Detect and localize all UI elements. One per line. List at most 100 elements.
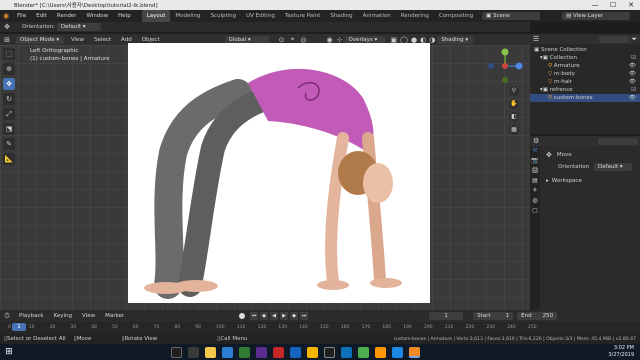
transform-icon[interactable]: ⬔ <box>3 123 15 135</box>
rendered-shading-icon[interactable]: ◑ <box>429 36 435 44</box>
editor-type-icon[interactable]: ⊞ <box>0 36 14 44</box>
file-explorer-icon[interactable] <box>205 346 216 358</box>
menu-help[interactable]: Help <box>113 10 136 22</box>
menu-keying[interactable]: Keying <box>49 310 77 322</box>
eye-icon[interactable]: 👁 <box>629 70 636 78</box>
orientation-dropdown[interactable]: Default ▾ <box>56 23 101 31</box>
render-tab-icon[interactable]: 📷 <box>530 157 540 167</box>
search-icon[interactable] <box>171 346 182 358</box>
move-tool-icon[interactable]: ✥ <box>0 23 14 31</box>
end-frame-field[interactable]: End 250 <box>517 312 558 320</box>
menu-marker[interactable]: Marker <box>100 310 129 322</box>
prev-key-icon[interactable]: ◆ <box>260 312 269 320</box>
tab-shading[interactable]: Shading <box>325 10 357 22</box>
app-icon[interactable] <box>341 346 352 358</box>
timeline-editor-icon[interactable]: ⏱ <box>0 312 14 321</box>
cursor-icon[interactable]: ⊕ <box>3 63 15 75</box>
menu-view[interactable]: View <box>66 34 89 46</box>
tab-texture-paint[interactable]: Texture Paint <box>280 10 326 22</box>
eye-icon[interactable]: 👁 <box>629 62 636 70</box>
world-tab-icon[interactable]: ◍ <box>530 197 540 207</box>
task-view-icon[interactable] <box>188 346 199 358</box>
app-icon[interactable] <box>358 346 369 358</box>
outliner-row[interactable]: ▽ m-hair 👁 <box>530 78 640 86</box>
tab-uv-editing[interactable]: UV Editing <box>241 10 280 22</box>
system-clock[interactable]: 3:02 PM 3/27/2019 <box>608 345 634 359</box>
navigation-gizmo[interactable] <box>487 48 523 84</box>
tab-animation[interactable]: Animation <box>358 10 396 22</box>
shading-dropdown[interactable]: Shading ▾ <box>437 35 474 44</box>
windows-start-icon[interactable]: ⊞ <box>0 347 18 357</box>
orientation-dropdown[interactable]: Default ▾ <box>594 163 632 171</box>
menu-file[interactable]: File <box>12 10 31 22</box>
jump-end-icon[interactable]: ⏭ <box>300 312 309 320</box>
annotate-icon[interactable]: ✎ <box>3 138 15 150</box>
filter-icon[interactable]: ⏷ <box>631 35 637 44</box>
app-icon[interactable] <box>392 346 403 358</box>
scene-tab-icon[interactable]: ⚘ <box>530 187 540 197</box>
menu-timeline-view[interactable]: View <box>77 310 100 322</box>
powerpoint-icon[interactable] <box>273 346 284 358</box>
outliner-row[interactable]: ▾▣ refrence ☑ <box>530 86 640 94</box>
chrome-icon[interactable] <box>307 346 318 358</box>
steam-icon[interactable] <box>324 346 335 358</box>
eye-icon[interactable]: 👁 <box>629 78 636 86</box>
tab-compositing[interactable]: Compositing <box>434 10 478 22</box>
outliner-row[interactable]: ⚲ custom-bones 👁 <box>530 94 640 102</box>
minimize-icon[interactable]: — <box>586 0 604 10</box>
playhead[interactable]: 1 <box>12 323 26 331</box>
menu-select[interactable]: Select <box>89 34 116 46</box>
outliner-editor-icon[interactable]: ☰ <box>533 35 539 43</box>
tab-sculpting[interactable]: Sculpting <box>205 10 241 22</box>
pan-hand-icon[interactable]: ✋ <box>509 99 519 109</box>
rotate-icon[interactable]: ↻ <box>3 93 15 105</box>
menu-render[interactable]: Render <box>52 10 82 22</box>
blender-taskbar-icon[interactable] <box>409 346 420 358</box>
select-box-icon[interactable]: ⬚ <box>3 48 15 60</box>
view-layer-selector[interactable]: ▤ View Layer <box>562 12 630 20</box>
tab-rendering[interactable]: Rendering <box>396 10 434 22</box>
menu-playback[interactable]: Playback <box>14 310 49 322</box>
tab-layout[interactable]: Layout <box>141 10 171 22</box>
zoom-icon[interactable]: ⚲ <box>509 86 519 96</box>
view-layer-tab-icon[interactable]: ▤ <box>530 177 540 187</box>
onenote-icon[interactable] <box>256 346 267 358</box>
checkbox-icon[interactable]: ☑ <box>631 54 636 62</box>
mode-dropdown[interactable]: Object Mode ▾ <box>16 35 64 44</box>
output-tab-icon[interactable]: 🖨 <box>530 167 540 177</box>
current-frame-field[interactable]: 1 <box>429 312 464 320</box>
jump-start-icon[interactable]: ⏮ <box>250 312 259 320</box>
timeline-ruler[interactable]: 0 10 20 30 40 50 60 70 80 90 100 110 120 130 140 150 160… <box>0 322 640 334</box>
scale-icon[interactable]: ⤢ <box>3 108 15 120</box>
tool-tab-icon[interactable]: ⚒ <box>530 147 540 157</box>
scene-selector[interactable]: ▣ Scene <box>482 12 540 20</box>
object-tab-icon[interactable]: ▢ <box>530 207 540 217</box>
outliner-row[interactable]: ⚲ Armature 👁 <box>530 62 640 70</box>
properties-search-input[interactable] <box>598 137 638 145</box>
eye-icon[interactable]: 👁 <box>629 94 636 102</box>
workspace-section[interactable]: ▸ Workspace <box>546 176 634 186</box>
outliner-search-input[interactable] <box>599 35 630 43</box>
close-icon[interactable]: ✕ <box>622 0 640 10</box>
edge-icon[interactable] <box>222 346 233 358</box>
outliner-row[interactable]: ▽ m-body 👁 <box>530 70 640 78</box>
outliner-row[interactable]: ▾▣ Collection ☑ <box>530 54 640 62</box>
record-icon[interactable] <box>239 313 246 319</box>
app-icon[interactable] <box>375 346 386 358</box>
outliner-row[interactable]: ▣ Scene Collection <box>530 46 640 54</box>
move-icon[interactable]: ✥ <box>3 78 15 90</box>
measure-icon[interactable]: 📐 <box>3 153 15 165</box>
play-reverse-icon[interactable]: ◀ <box>270 312 279 320</box>
grid-icon[interactable]: ▦ <box>509 125 519 135</box>
excel-icon[interactable] <box>239 346 250 358</box>
properties-editor-icon[interactable]: ⚙ <box>533 137 539 145</box>
play-icon[interactable]: ▶ <box>280 312 289 320</box>
menu-window[interactable]: Window <box>81 10 113 22</box>
start-frame-field[interactable]: Start 1 <box>473 312 514 320</box>
checkbox-icon[interactable]: ☑ <box>631 86 636 94</box>
menu-edit[interactable]: Edit <box>31 10 52 22</box>
camera-icon[interactable]: ◧ <box>509 112 519 122</box>
next-key-icon[interactable]: ◆ <box>290 312 299 320</box>
tab-modeling[interactable]: Modeling <box>170 10 205 22</box>
maximize-icon[interactable]: ☐ <box>604 0 622 10</box>
